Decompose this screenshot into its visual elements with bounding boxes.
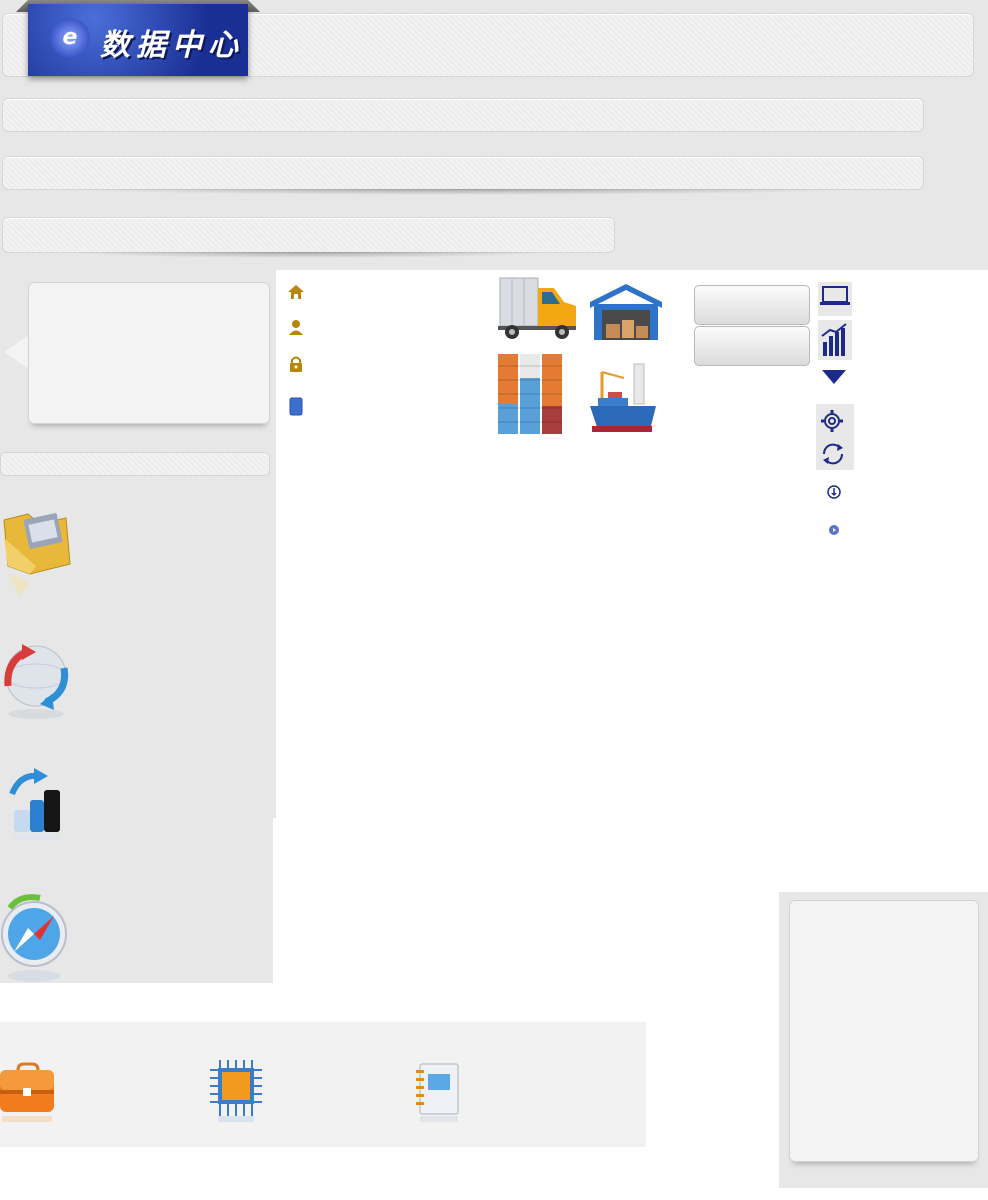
- bottom-panel: [0, 1022, 646, 1147]
- globe-sync-icon[interactable]: [0, 636, 74, 726]
- sync-icon[interactable]: [816, 438, 854, 470]
- header-area: e 数据中心: [0, 0, 988, 270]
- option-button-2[interactable]: [694, 326, 810, 366]
- chart-icon[interactable]: [818, 320, 852, 360]
- lock-icon[interactable]: [286, 354, 306, 374]
- warehouse-icon[interactable]: [588, 282, 664, 342]
- cpu-chip-icon[interactable]: [210, 1056, 266, 1124]
- right-panel: [779, 892, 988, 1188]
- callout-arrow: [4, 334, 30, 370]
- logo-plate: e 数据中心: [28, 4, 248, 76]
- notebook-icon[interactable]: [414, 1062, 460, 1126]
- right-card: [789, 900, 979, 1162]
- option-button-1[interactable]: [694, 285, 810, 325]
- logo-text: 数据中心: [100, 28, 244, 63]
- content-bar-1: [2, 98, 924, 132]
- home-icon[interactable]: [286, 282, 306, 302]
- callout-box: [28, 282, 270, 424]
- growth-chart-icon[interactable]: [0, 764, 74, 854]
- user-icon[interactable]: [286, 318, 306, 338]
- download-circle-icon[interactable]: [824, 482, 844, 502]
- play-circle-icon[interactable]: [824, 520, 844, 540]
- cargo-ship-icon[interactable]: [588, 358, 658, 436]
- sidebar-bar: [0, 452, 270, 476]
- tablet-icon[interactable]: [286, 396, 306, 416]
- laptop-icon[interactable]: [818, 282, 852, 316]
- triangle-down-icon[interactable]: [818, 364, 852, 398]
- compass-icon[interactable]: [0, 894, 74, 984]
- logo[interactable]: e 数据中心: [16, 0, 260, 80]
- content-bar-2: [2, 156, 924, 195]
- containers-icon[interactable]: [498, 354, 564, 434]
- folder-icon[interactable]: [0, 508, 74, 598]
- truck-icon[interactable]: [498, 276, 578, 340]
- content-bar-3: [2, 217, 615, 258]
- logo-mark-icon: e: [50, 18, 90, 58]
- gear-icon[interactable]: [816, 404, 854, 438]
- briefcase-icon[interactable]: [0, 1062, 56, 1126]
